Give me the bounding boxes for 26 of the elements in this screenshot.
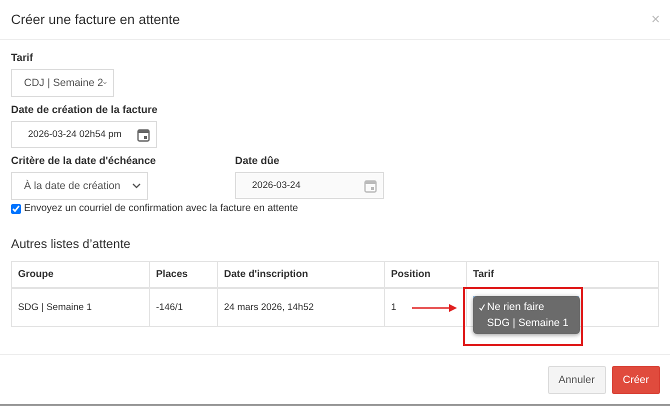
column-header: Tarif (467, 262, 659, 289)
field-label: Date de création de la facture (11, 104, 158, 116)
field-label: Date dûe (235, 155, 280, 167)
cancel-button[interactable]: Annuler (548, 366, 606, 394)
table-cell: -146/1 (150, 289, 218, 326)
tarif-select[interactable]: CDJ | Semaine 2 (11, 69, 114, 97)
caret-icon (132, 183, 141, 189)
checkbox[interactable] (11, 204, 21, 214)
date-field[interactable]: 2026-03-24 02h54 pm (11, 121, 157, 148)
arrow-icon (412, 304, 457, 312)
column-header: Groupe (12, 262, 150, 289)
calendar-icon[interactable] (137, 128, 150, 142)
column-header: Date d'inscription (218, 262, 385, 289)
checkbox-label: Envoyez un courriel de confirmation avec la facture en attente (24, 203, 298, 214)
create-button[interactable]: Créer (612, 366, 660, 394)
column-header: Places (150, 262, 218, 289)
menu-item[interactable]: SDG | Semaine 1 (473, 315, 580, 331)
column-header: Position (385, 262, 467, 289)
dialog-title: Créer une facture en attente (11, 12, 180, 27)
table-cell: SDG | Semaine 1 (12, 289, 150, 326)
menu-item[interactable]: Ne rien faire (473, 299, 580, 315)
field-label: Critère de la date d'échéance (11, 155, 157, 167)
criterion-select[interactable]: À la date de création (11, 172, 148, 200)
table-cell: 24 mars 2026, 14h52 (218, 289, 385, 326)
field-label: Tarif (11, 52, 34, 64)
section-title: Autres listes d’attente (11, 237, 132, 251)
